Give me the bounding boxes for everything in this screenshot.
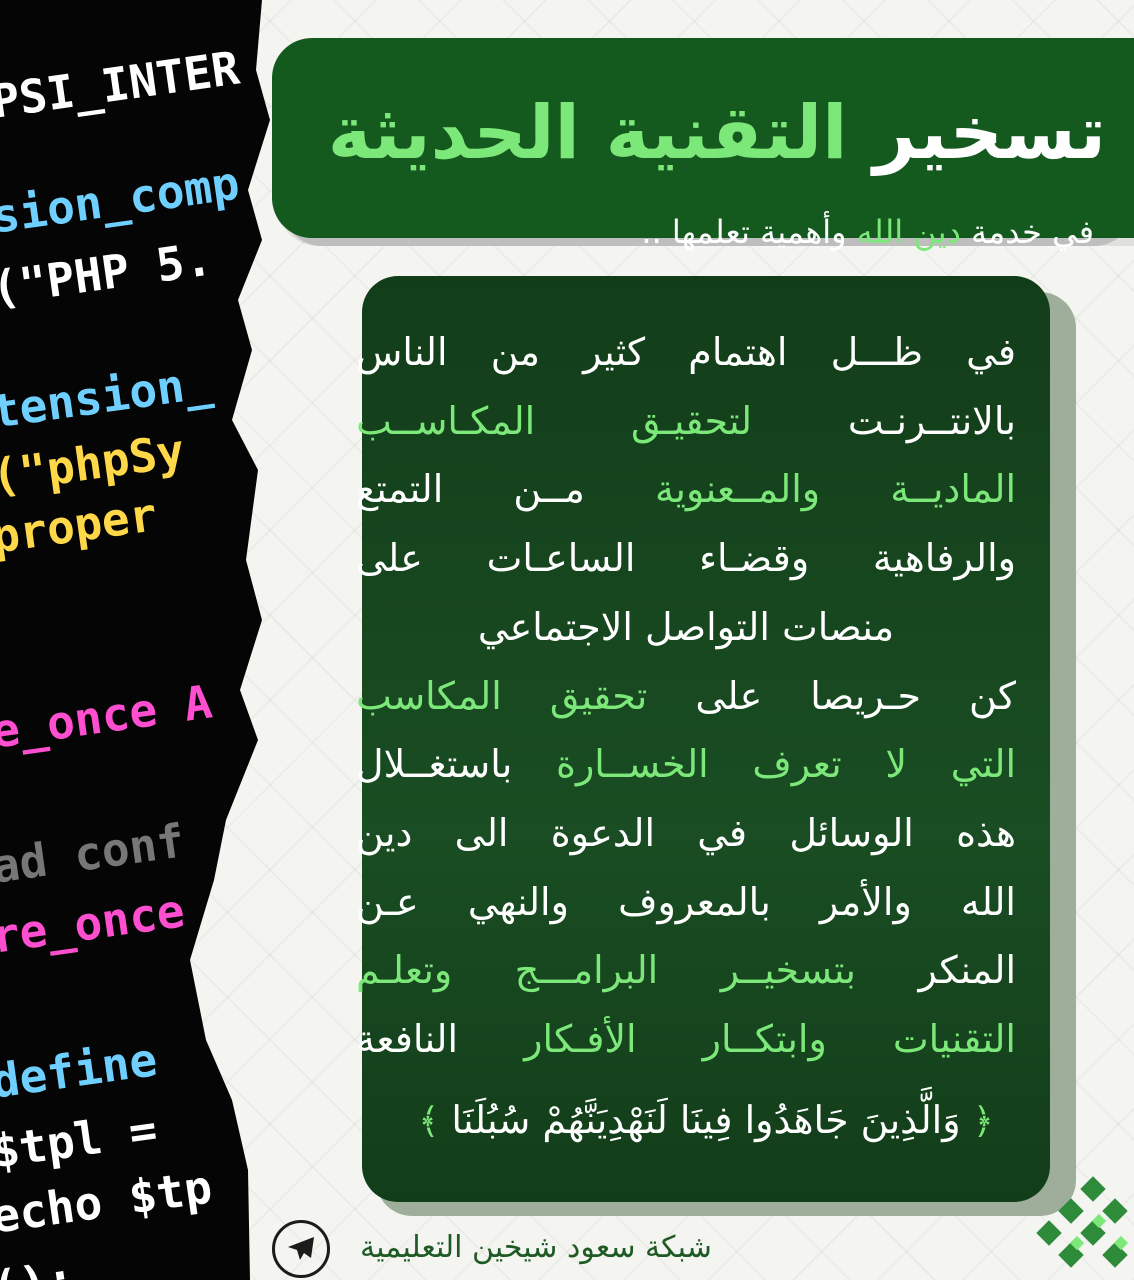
- body-text: النافعة: [356, 1017, 525, 1062]
- highlighted-text: التقنيات وابتكــار الأفـكار: [524, 1017, 1016, 1062]
- highlighted-text: تحقيق المكاسب: [356, 673, 648, 718]
- body-text: الله والأمر بالمعروف والنهي عـن: [356, 879, 1016, 924]
- highlighted-text: لتحقيـق المكـاســب: [356, 398, 753, 443]
- title-banner: تسخير التقنية الحديثة في خدمة دين الله و…: [272, 38, 1134, 251]
- network-logo-icon: [1024, 1160, 1134, 1280]
- paragraph-line: المنكر بتسخيــر البرامـــج وتعلـم: [356, 936, 1016, 1005]
- paper-plane-icon: [288, 1237, 314, 1260]
- code-line: define: [0, 1032, 161, 1109]
- body-text: هذه الوسائل في الدعوة الى دين: [356, 810, 1016, 855]
- code-line: ad conf: [0, 813, 188, 894]
- body-text: كن حـريصا على: [647, 673, 1016, 718]
- code-line: ("PHP 5.: [0, 231, 216, 316]
- code-line: re_once: [0, 883, 188, 964]
- paragraph-line: الله والأمر بالمعروف والنهي عـن: [356, 868, 1016, 937]
- subtitle-highlight: دين الله: [856, 213, 961, 251]
- highlighted-text: بتسخيــر البرامـــج وتعلـم: [356, 948, 856, 993]
- title-word-green: التقنية الحديثة: [327, 90, 848, 176]
- code-line: tension_: [0, 354, 216, 439]
- page-title: تسخير التقنية الحديثة: [328, 96, 1106, 170]
- body-paragraph: في ظـــل اهتمام كثير من الناس بالانتــرنـ…: [356, 318, 1016, 1074]
- title-word-white: تسخير: [873, 90, 1106, 176]
- body-text: والرفاهية وقضـاء الساعـات على: [356, 536, 1016, 581]
- body-text: المنكر: [855, 948, 1017, 993]
- telegram-icon[interactable]: [272, 1220, 330, 1278]
- paragraph-line: بالانتــرنـت لتحقيـق المكـاســب: [356, 387, 1016, 456]
- paragraph-line: كن حـريصا على تحقيق المكاسب: [356, 662, 1016, 731]
- body-text: في ظـــل اهتمام كثير من الناس: [356, 330, 1016, 374]
- subtitle-part-1: في خدمة: [970, 213, 1094, 251]
- subtitle-part-2: وأهمية تعلمها ..: [641, 213, 847, 251]
- body-text: باستغــلال: [356, 742, 557, 787]
- verse-ornament-icon: ﴾: [418, 1101, 440, 1142]
- code-line: $tpl =: [0, 1102, 161, 1179]
- verse-text: وَالَّذِينَ جَاهَدُوا فِينَا لَنَهْدِيَن…: [451, 1098, 961, 1142]
- paragraph-line: في ظـــل اهتمام كثير من الناس: [356, 318, 1016, 387]
- code-line: ();: [0, 1251, 78, 1280]
- subtitle: في خدمة دين الله وأهمية تعلمها ..: [641, 213, 1094, 251]
- paragraph-line: التقنيات وابتكــار الأفـكار النافعة: [356, 1005, 1016, 1074]
- network-name: شبكة سعود شيخين التعليمية: [360, 1230, 712, 1265]
- paragraph-line: منصات التواصل الاجتماعي: [356, 593, 1016, 662]
- code-line: ("phpSy: [0, 423, 188, 504]
- body-text: مــن التمتع: [356, 467, 655, 512]
- body-text: بالانتــرنـت: [752, 398, 1016, 443]
- paragraph-line: هذه الوسائل في الدعوة الى دين: [356, 799, 1016, 868]
- code-line: e_once A: [0, 674, 216, 759]
- paragraph-line: التي لا تعرف الخســارة باستغــلال: [356, 730, 1016, 799]
- paragraph-line: والرفاهية وقضـاء الساعـات على: [356, 524, 1016, 593]
- highlighted-text: التي لا تعرف الخســارة: [556, 742, 1017, 787]
- highlighted-text: الماديــة والمــعنوية: [655, 467, 1017, 512]
- body-text: منصات التواصل الاجتماعي: [477, 604, 895, 649]
- code-line: PSI_INTER: [0, 40, 243, 129]
- quran-verse: ﴿ وَالَّذِينَ جَاهَدُوا فِينَا لَنَهْدِي…: [362, 1098, 1050, 1142]
- paragraph-line: الماديــة والمــعنوية مــن التمتع: [356, 455, 1016, 524]
- verse-ornament-icon: ﴿: [972, 1101, 994, 1142]
